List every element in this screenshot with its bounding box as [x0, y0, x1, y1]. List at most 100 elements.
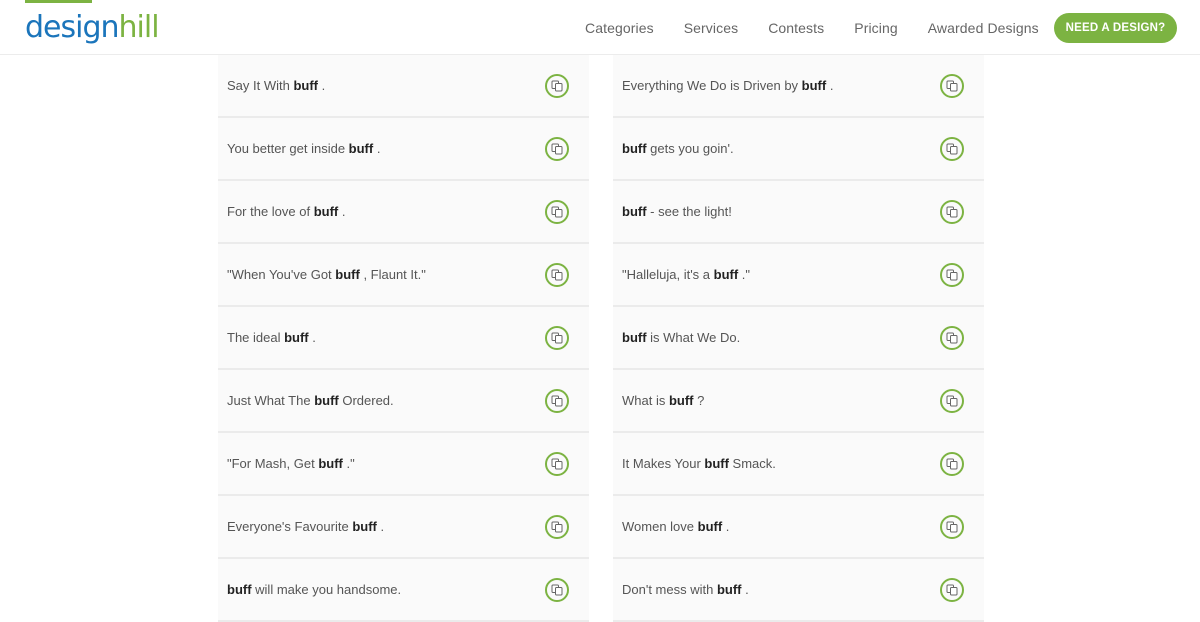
slogan-before: "For Mash, Get: [227, 456, 319, 471]
slogan-text: buff - see the light!: [622, 204, 732, 219]
copy-button[interactable]: [545, 199, 569, 224]
slogan-after: .: [338, 204, 346, 219]
slogan-keyword: buff: [313, 204, 339, 219]
copy-button[interactable]: [545, 325, 569, 350]
slogan-before: For the love of: [227, 204, 314, 219]
slogan-after: .: [376, 519, 385, 534]
slogan-after: .: [826, 78, 834, 93]
slogan-keyword: buff: [352, 519, 377, 534]
logo[interactable]: designhill: [25, 10, 160, 46]
copy-button[interactable]: [545, 136, 569, 161]
copy-icon: [551, 458, 563, 469]
copy-icon: [551, 332, 563, 343]
slogan-after: .: [722, 519, 730, 534]
slogan-row: What is buff ?: [613, 370, 984, 433]
slogan-text: Say It With buff .: [227, 78, 325, 93]
slogan-keyword: buff: [314, 393, 339, 408]
slogan-text: What is buff ?: [622, 393, 704, 408]
slogan-text: It Makes Your buff Smack.: [622, 456, 776, 471]
site-header: designhill Categories Services Contests …: [0, 0, 1200, 55]
slogan-keyword: buff: [227, 582, 252, 597]
copy-icon: [946, 395, 958, 406]
copy-icon: [551, 584, 563, 595]
slogan-after: - see the light!: [646, 204, 732, 219]
copy-icon: [946, 80, 958, 91]
slogan-keyword: buff: [697, 519, 723, 534]
slogan-before: Don't mess with: [622, 582, 717, 597]
slogan-before: "Halleluja, it's a: [622, 267, 714, 282]
slogan-after: will make you handsome.: [251, 582, 402, 597]
copy-button[interactable]: [940, 73, 964, 98]
slogan-row: You better get inside buff .: [218, 118, 589, 181]
copy-button[interactable]: [545, 577, 569, 602]
main-nav: Categories Services Contests Pricing Awa…: [585, 0, 1069, 55]
slogan-keyword: buff: [622, 141, 647, 156]
copy-button[interactable]: [545, 514, 569, 539]
nav-services[interactable]: Services: [684, 20, 738, 36]
slogan-after: .: [373, 141, 381, 156]
slogan-text: "For Mash, Get buff .": [227, 456, 355, 471]
copy-button[interactable]: [940, 577, 964, 602]
copy-button[interactable]: [940, 451, 964, 476]
copy-icon: [551, 395, 563, 406]
slogan-after: .: [741, 582, 749, 597]
need-a-design-button[interactable]: NEED A DESIGN?: [1054, 13, 1177, 43]
copy-icon: [946, 269, 958, 280]
slogan-row: "When You've Got buff , Flaunt It.": [218, 244, 589, 307]
slogan-after: .: [308, 330, 316, 345]
slogan-before: Just What The: [227, 393, 315, 408]
slogan-text: Just What The buff Ordered.: [227, 393, 394, 408]
copy-button[interactable]: [545, 388, 569, 413]
slogan-row: buff gets you goin'.: [613, 118, 984, 181]
slogan-keyword: buff: [622, 204, 647, 219]
slogan-after: Ordered.: [338, 393, 394, 408]
copy-icon: [946, 458, 958, 469]
slogan-after: is What We Do.: [646, 330, 741, 345]
slogan-row: Everyone's Favourite buff .: [218, 496, 589, 559]
slogan-column-right: Everything We Do is Driven by buff . buf…: [613, 55, 984, 622]
copy-button[interactable]: [940, 514, 964, 539]
copy-icon: [551, 80, 563, 91]
slogan-before: Say It With: [227, 78, 294, 93]
copy-button[interactable]: [940, 262, 964, 287]
slogan-text: buff will make you handsome.: [227, 582, 401, 597]
copy-icon: [946, 584, 958, 595]
copy-button[interactable]: [940, 325, 964, 350]
slogan-after: .: [318, 78, 326, 93]
nav-categories[interactable]: Categories: [585, 20, 654, 36]
copy-icon: [946, 143, 958, 154]
slogan-row: The ideal buff .: [218, 307, 589, 370]
slogan-keyword: buff: [713, 267, 739, 282]
copy-button[interactable]: [545, 73, 569, 98]
logo-hill: hill: [118, 10, 160, 45]
slogan-keyword: buff: [318, 456, 343, 471]
slogan-keyword: buff: [284, 330, 309, 345]
slogan-row: Say It With buff .: [218, 55, 589, 118]
nav-awarded-designs[interactable]: Awarded Designs: [928, 20, 1039, 36]
slogan-text: buff is What We Do.: [622, 330, 740, 345]
slogan-before: Everyone's Favourite: [227, 519, 353, 534]
slogan-after: .": [342, 456, 355, 471]
slogan-row: Everything We Do is Driven by buff .: [613, 55, 984, 118]
copy-button[interactable]: [545, 262, 569, 287]
slogan-before: "When You've Got: [227, 267, 336, 282]
slogan-text: Everything We Do is Driven by buff .: [622, 78, 833, 93]
copy-icon: [551, 206, 563, 217]
copy-button[interactable]: [940, 388, 964, 413]
slogan-before: Everything We Do is Driven by: [622, 78, 802, 93]
copy-button[interactable]: [940, 199, 964, 224]
copy-button[interactable]: [940, 136, 964, 161]
slogan-keyword: buff: [668, 393, 694, 408]
slogan-before: Women love: [622, 519, 698, 534]
nav-pricing[interactable]: Pricing: [854, 20, 898, 36]
slogan-after: ?: [693, 393, 705, 408]
nav-contests[interactable]: Contests: [768, 20, 824, 36]
copy-icon: [551, 269, 563, 280]
slogan-row: buff - see the light!: [613, 181, 984, 244]
slogan-text: Women love buff .: [622, 519, 729, 534]
copy-icon: [551, 521, 563, 532]
copy-button[interactable]: [545, 451, 569, 476]
slogan-text: Everyone's Favourite buff .: [227, 519, 384, 534]
slogan-after: , Flaunt It.": [359, 267, 426, 282]
slogan-after: gets you goin'.: [646, 141, 734, 156]
